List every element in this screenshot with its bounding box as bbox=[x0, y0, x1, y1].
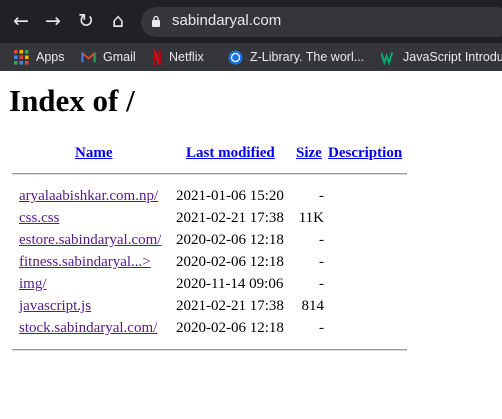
file-size: - bbox=[319, 320, 324, 336]
bookmark-label: JavaScript Introduc bbox=[403, 50, 502, 64]
table-row: stock.sabindaryal.com/ 2020-02-06 12:18 … bbox=[0, 320, 502, 342]
address-bar-url[interactable]: sabindaryal.com bbox=[172, 12, 281, 29]
reload-icon[interactable]: ↻ bbox=[75, 10, 97, 32]
file-link[interactable]: aryalaabishkar.com.np/ bbox=[19, 188, 158, 205]
table-row: fitness.sabindaryal...> 2020-02-06 12:18… bbox=[0, 254, 502, 276]
file-link[interactable]: css.css bbox=[19, 210, 59, 227]
bookmark-label: Apps bbox=[36, 50, 65, 64]
file-size: - bbox=[319, 276, 324, 292]
file-size: 814 bbox=[301, 298, 325, 314]
file-size: - bbox=[319, 188, 324, 204]
page-title: Index of / bbox=[9, 83, 135, 118]
bookmark-zlibrary[interactable]: Z-Library. The worl... bbox=[228, 47, 364, 67]
bookmark-apps[interactable]: Apps bbox=[14, 47, 65, 67]
bookmark-javascript[interactable]: JavaScript Introduc bbox=[381, 47, 502, 67]
file-link[interactable]: stock.sabindaryal.com/ bbox=[19, 320, 157, 337]
file-size: - bbox=[319, 254, 324, 270]
home-icon[interactable]: ⌂ bbox=[107, 10, 129, 32]
table-row: aryalaabishkar.com.np/ 2021-01-06 15:20 … bbox=[0, 188, 502, 210]
file-link[interactable]: javascript.js bbox=[19, 298, 91, 315]
last-modified: 2020-02-06 12:18 bbox=[176, 320, 284, 336]
file-link[interactable]: img/ bbox=[19, 276, 47, 293]
table-row: javascript.js 2021-02-21 17:38 814 bbox=[0, 298, 502, 320]
last-modified: 2020-02-06 12:18 bbox=[176, 232, 284, 248]
bookmarks-bar: Apps Gmail Netflix Z-Library. The worl..… bbox=[0, 43, 502, 71]
last-modified: 2021-02-21 17:38 bbox=[176, 298, 284, 314]
column-header-last-modified[interactable]: Last modified bbox=[186, 145, 275, 162]
table-row: css.css 2021-02-21 17:38 11K bbox=[0, 210, 502, 232]
column-header-description[interactable]: Description bbox=[328, 145, 402, 162]
bookmark-netflix[interactable]: Netflix bbox=[152, 47, 204, 67]
table-row: estore.sabindaryal.com/ 2020-02-06 12:18… bbox=[0, 232, 502, 254]
netflix-icon bbox=[153, 49, 161, 65]
apps-grid-icon bbox=[14, 49, 29, 64]
back-arrow-icon[interactable]: ← bbox=[10, 10, 32, 32]
forward-arrow-icon[interactable]: → bbox=[42, 10, 64, 32]
file-link[interactable]: estore.sabindaryal.com/ bbox=[19, 232, 161, 249]
file-size: - bbox=[319, 232, 324, 248]
column-header-name[interactable]: Name bbox=[75, 145, 113, 162]
w3-icon bbox=[381, 51, 394, 65]
last-modified: 2021-02-21 17:38 bbox=[176, 210, 284, 226]
last-modified: 2020-11-14 09:06 bbox=[176, 276, 284, 292]
file-link[interactable]: fitness.sabindaryal...> bbox=[19, 254, 151, 271]
header-divider bbox=[12, 173, 407, 175]
last-modified: 2021-01-06 15:20 bbox=[176, 188, 284, 204]
lock-icon[interactable] bbox=[151, 15, 161, 27]
gmail-icon bbox=[81, 51, 96, 62]
bookmark-label: Z-Library. The worl... bbox=[250, 50, 365, 64]
globe-icon bbox=[228, 50, 243, 64]
column-header-size[interactable]: Size bbox=[296, 145, 322, 162]
table-row: img/ 2020-11-14 09:06 - bbox=[0, 276, 502, 298]
last-modified: 2020-02-06 12:18 bbox=[176, 254, 284, 270]
bookmark-label: Gmail bbox=[103, 50, 136, 64]
browser-toolbar: ← → ↻ ⌂ sabindaryal.com bbox=[0, 0, 502, 43]
bookmark-label: Netflix bbox=[169, 50, 204, 64]
bookmark-gmail[interactable]: Gmail bbox=[81, 47, 136, 67]
file-size: 11K bbox=[298, 210, 324, 226]
footer-divider bbox=[12, 349, 407, 351]
